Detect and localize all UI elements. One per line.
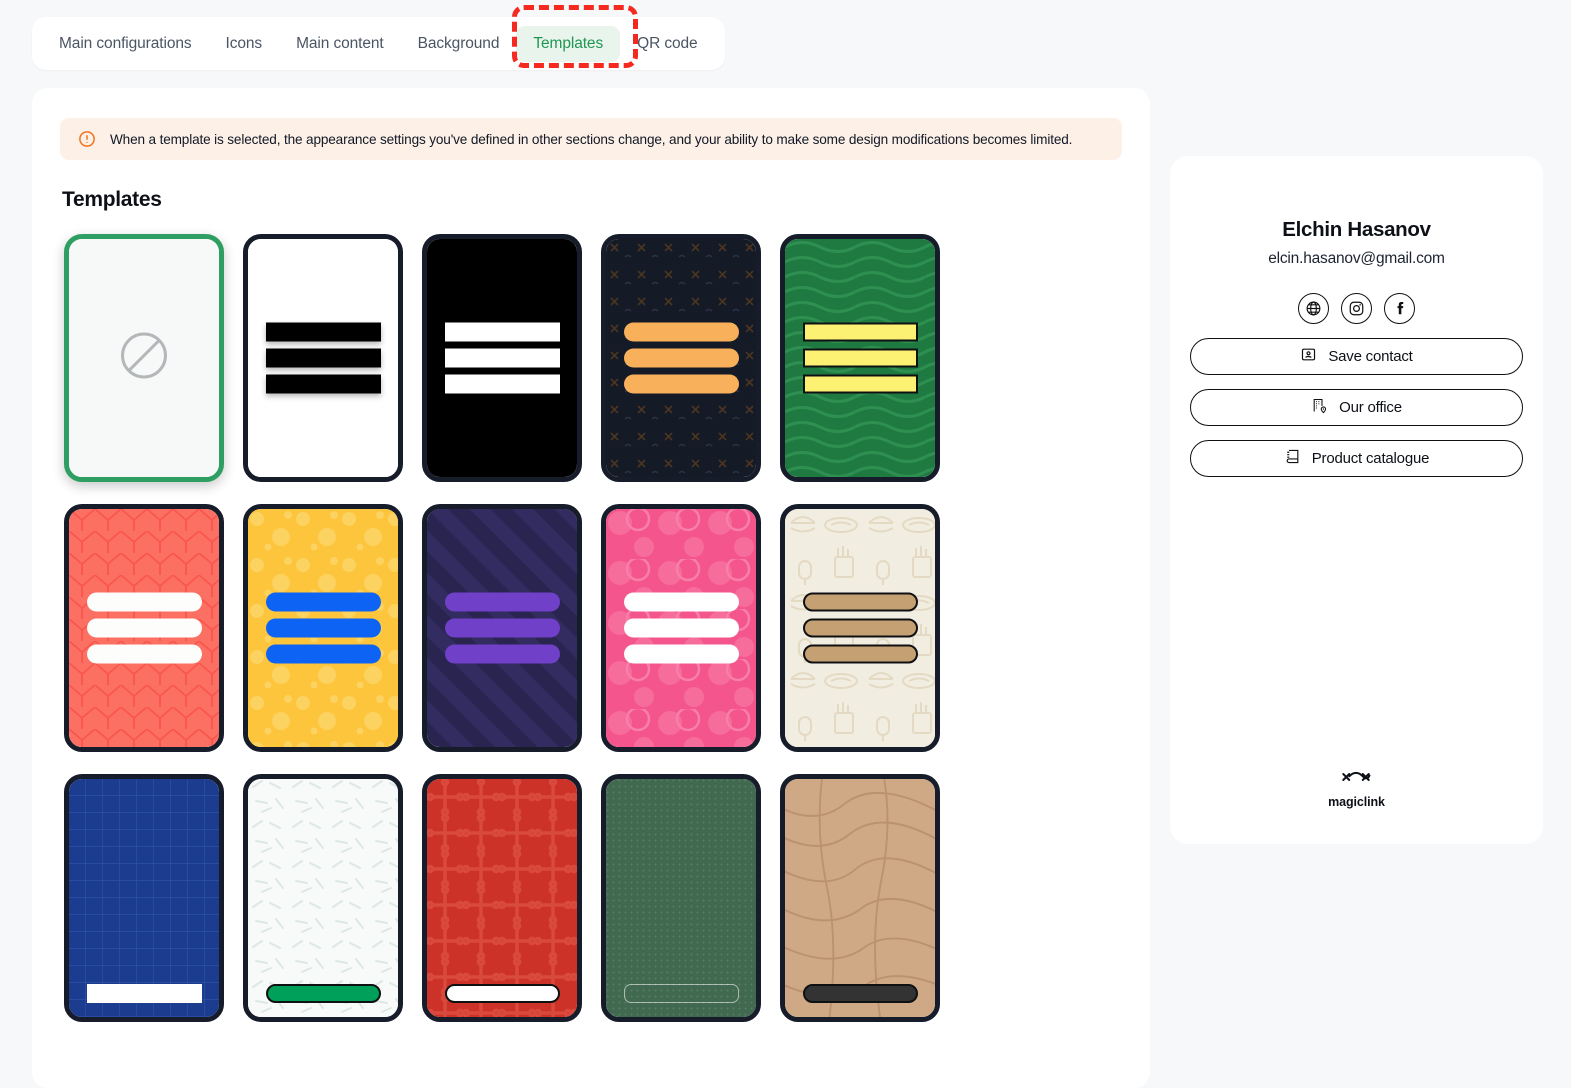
tab-bar-container: Main configurations Icons Main content B… bbox=[32, 17, 725, 70]
preview-contact-email: elcin.hasanov@gmail.com bbox=[1268, 250, 1445, 267]
template-card-blue-grid-white[interactable] bbox=[64, 774, 224, 1022]
template-bars bbox=[785, 592, 935, 664]
template-card-yellow-dots-blue[interactable] bbox=[243, 504, 403, 752]
template-warning-banner: When a template is selected, the appeara… bbox=[60, 118, 1122, 160]
template-card-none[interactable] bbox=[64, 234, 224, 482]
template-card-green-wave-yellow[interactable] bbox=[780, 234, 940, 482]
template-bars bbox=[606, 984, 756, 1003]
our-office-label: Our office bbox=[1339, 399, 1402, 416]
template-card-black-white[interactable] bbox=[422, 234, 582, 482]
our-office-button[interactable]: Our office bbox=[1190, 389, 1523, 426]
card-preview-panel: Elchin Hasanov elcin.hasanov@gmail.com S… bbox=[1170, 156, 1543, 844]
template-card-navy-stripes-purple[interactable] bbox=[422, 504, 582, 752]
template-bars bbox=[69, 592, 219, 664]
template-card-tan-topo-dark[interactable] bbox=[780, 774, 940, 1022]
template-bars bbox=[69, 984, 219, 1003]
template-card-cream-food-tan[interactable] bbox=[780, 504, 940, 752]
template-card-pink-circles-white[interactable] bbox=[601, 504, 761, 752]
preview-contact-name: Elchin Hasanov bbox=[1282, 218, 1431, 241]
template-bars bbox=[606, 592, 756, 664]
template-card-coral-chevron-white[interactable] bbox=[64, 504, 224, 752]
building-pin-icon bbox=[1311, 397, 1328, 418]
tab-qr-code[interactable]: QR code bbox=[620, 26, 714, 62]
template-bars bbox=[248, 592, 398, 664]
templates-grid bbox=[64, 234, 1150, 1022]
template-card-white-black[interactable] bbox=[243, 234, 403, 482]
templates-panel: When a template is selected, the appeara… bbox=[32, 88, 1150, 1088]
template-card-green-dots-outline[interactable] bbox=[601, 774, 761, 1022]
template-bars bbox=[427, 984, 577, 1003]
tab-icons[interactable]: Icons bbox=[209, 26, 280, 62]
save-contact-label: Save contact bbox=[1328, 348, 1413, 365]
preview-footer: magiclink bbox=[1328, 769, 1385, 809]
template-bars bbox=[427, 322, 577, 394]
contact-card-icon bbox=[1300, 346, 1317, 367]
template-bars bbox=[785, 984, 935, 1003]
product-catalogue-label: Product catalogue bbox=[1311, 450, 1430, 467]
magiclink-label: magiclink bbox=[1328, 795, 1385, 809]
tab-bar: Main configurations Icons Main content B… bbox=[32, 17, 725, 70]
template-bars bbox=[785, 322, 935, 394]
instagram-icon[interactable] bbox=[1341, 293, 1372, 324]
preview-social-links bbox=[1298, 293, 1415, 324]
template-bars bbox=[248, 984, 398, 1003]
tab-main-content[interactable]: Main content bbox=[279, 26, 401, 62]
product-catalogue-button[interactable]: Product catalogue bbox=[1190, 440, 1523, 477]
magiclink-logo-icon bbox=[1341, 769, 1371, 790]
template-card-red-ornament-white[interactable] bbox=[422, 774, 582, 1022]
template-bars bbox=[427, 592, 577, 664]
page-title: Templates bbox=[62, 188, 162, 211]
save-contact-button[interactable]: Save contact bbox=[1190, 338, 1523, 375]
tab-main-configurations[interactable]: Main configurations bbox=[42, 26, 209, 62]
tab-templates[interactable]: Templates bbox=[516, 25, 621, 62]
catalogue-book-icon bbox=[1284, 448, 1301, 469]
globe-icon[interactable] bbox=[1298, 293, 1329, 324]
facebook-icon[interactable] bbox=[1384, 293, 1415, 324]
template-bars bbox=[248, 322, 398, 394]
template-card-white-lines-green[interactable] bbox=[243, 774, 403, 1022]
tab-background[interactable]: Background bbox=[401, 26, 517, 62]
alert-circle-icon bbox=[78, 130, 96, 148]
template-card-dark-cross-orange[interactable] bbox=[601, 234, 761, 482]
template-bars bbox=[606, 322, 756, 394]
no-template-icon bbox=[116, 328, 172, 389]
template-warning-text: When a template is selected, the appeara… bbox=[110, 131, 1073, 147]
